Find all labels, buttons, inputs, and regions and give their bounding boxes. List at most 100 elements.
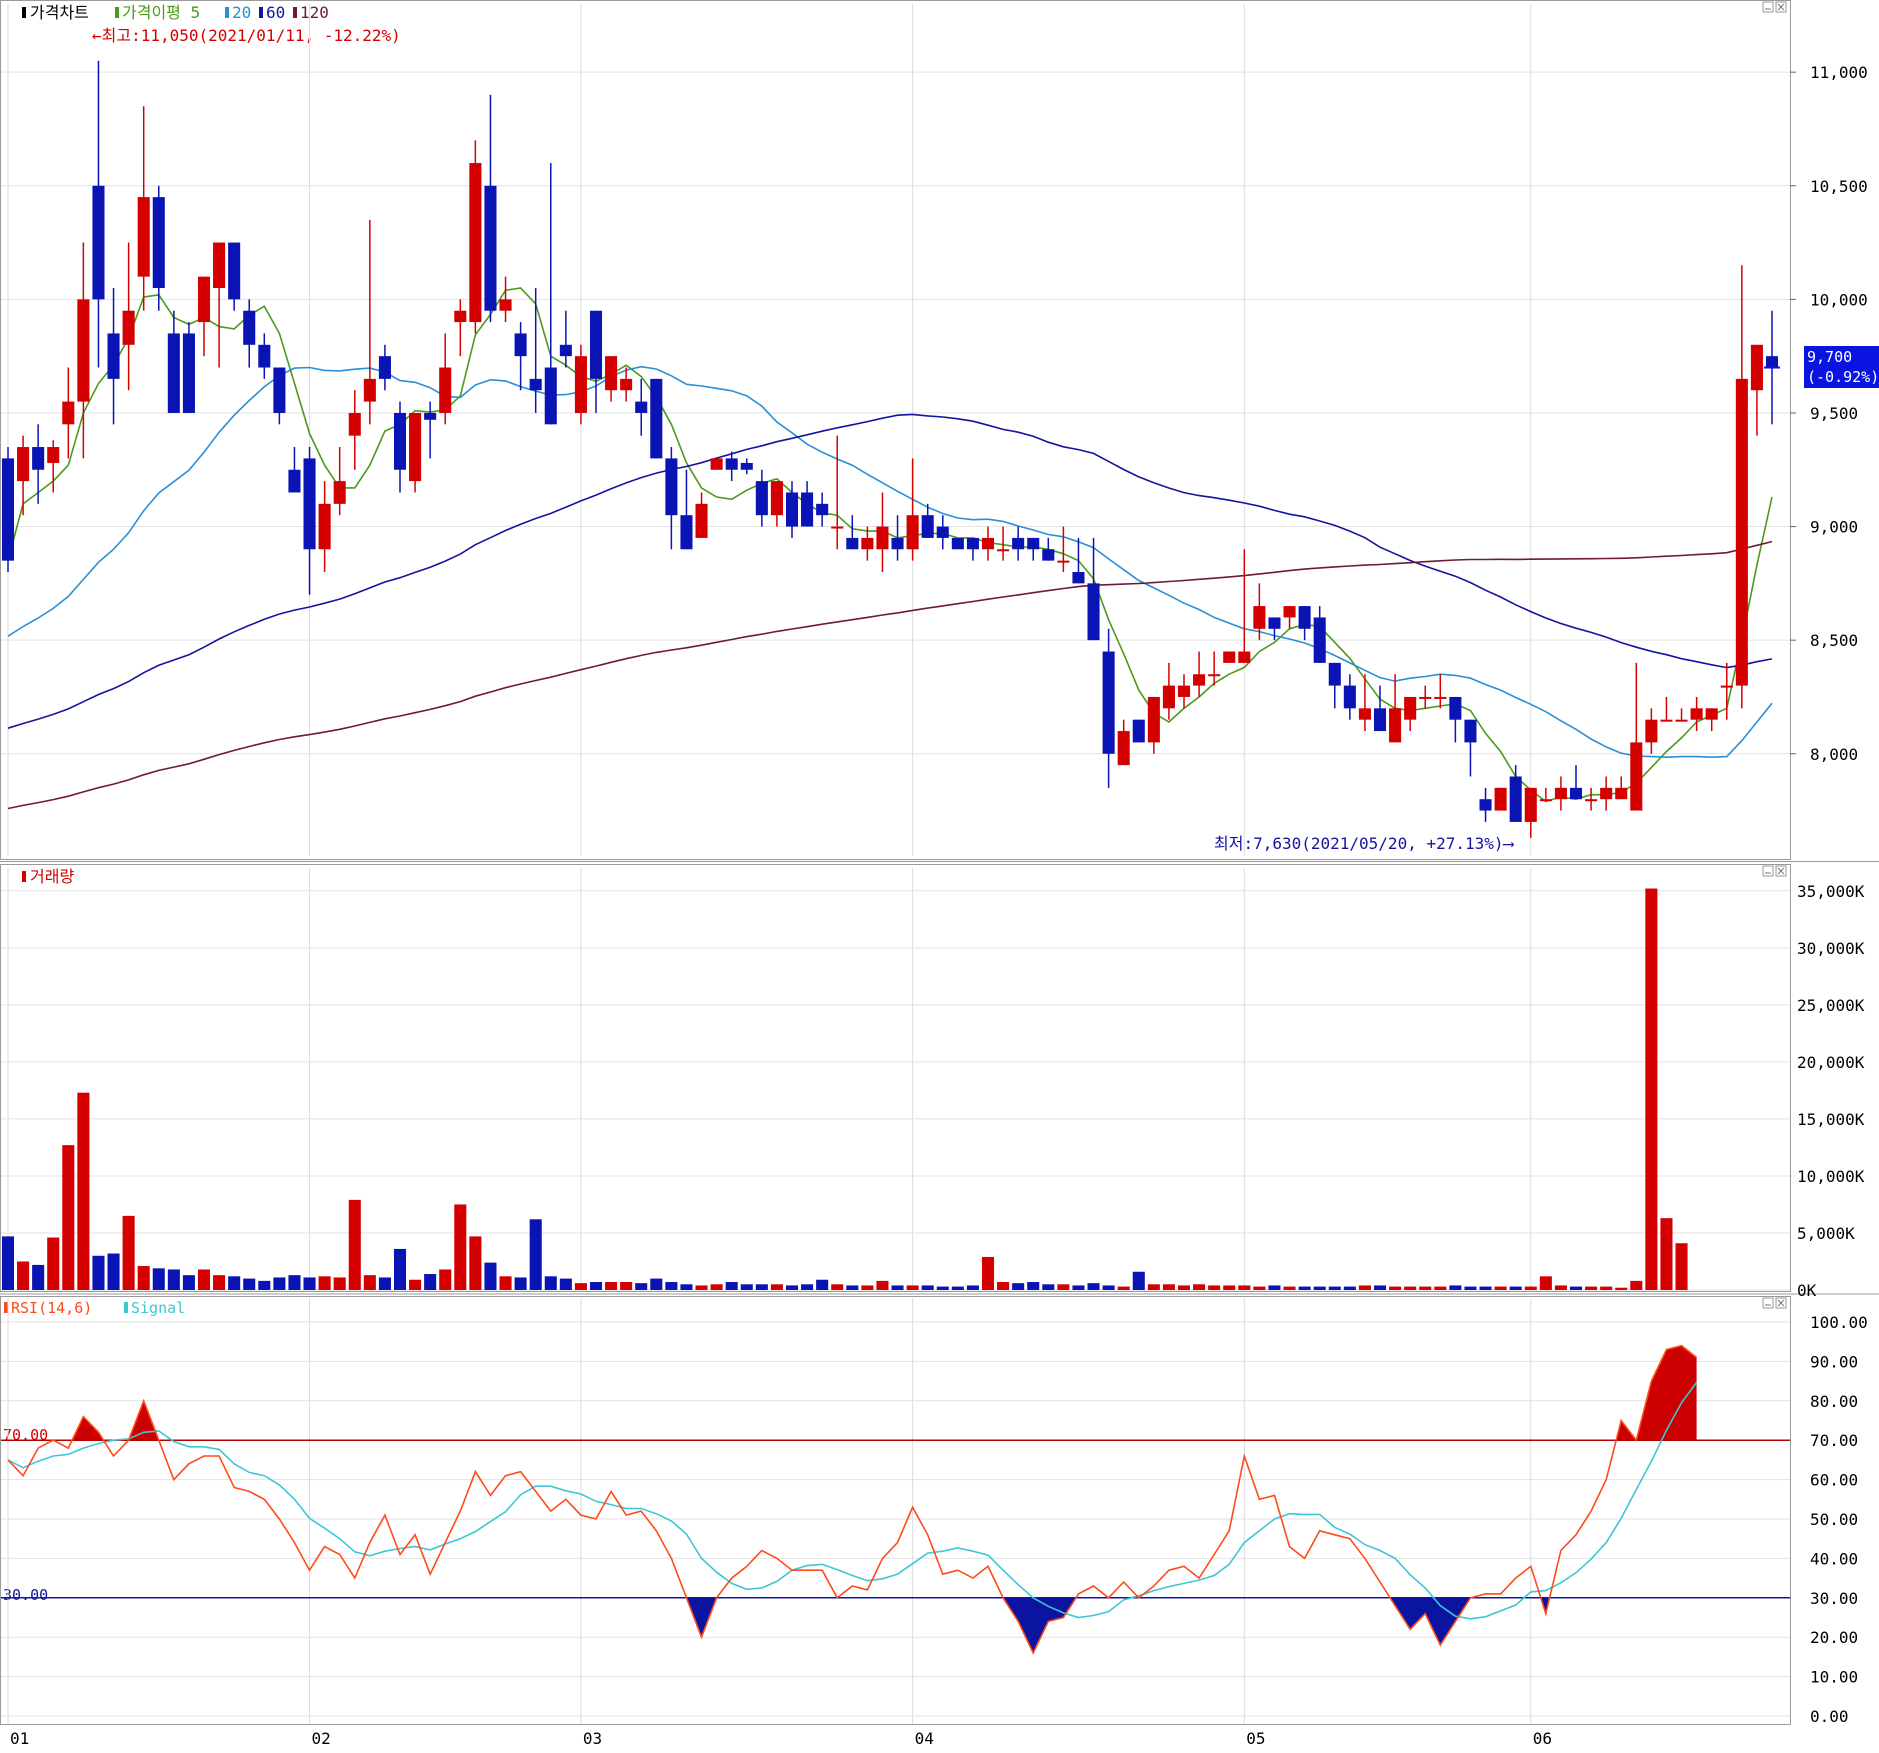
- volume-bar: [318, 1276, 331, 1290]
- candle-body: [1373, 708, 1387, 732]
- candle-body: [258, 344, 271, 368]
- legend-marker: [293, 7, 297, 18]
- x-tick-label: 04: [915, 1729, 934, 1748]
- rsi-y-tick-label: 30.00: [1810, 1589, 1858, 1608]
- candle-body: [846, 537, 859, 550]
- candle-body: [981, 537, 995, 550]
- volume-bar: [1072, 1285, 1085, 1290]
- volume-bar: [1373, 1285, 1387, 1290]
- volume-bar: [891, 1285, 904, 1290]
- minimize-icon[interactable]: [1762, 865, 1774, 877]
- candle-body: [951, 537, 964, 550]
- volume-bar: [167, 1269, 180, 1290]
- volume-bar: [1554, 1285, 1567, 1290]
- candle-body: [1177, 685, 1191, 697]
- volume-bar: [1238, 1285, 1251, 1290]
- candle-body: [243, 310, 256, 345]
- candle-body: [1389, 708, 1402, 743]
- rsi-level-30-label: 30.00: [3, 1586, 48, 1604]
- candle-body: [529, 378, 542, 391]
- candle-body: [936, 526, 949, 538]
- candle-body: [1057, 560, 1070, 563]
- candle-body: [921, 515, 934, 538]
- candle-body: [273, 367, 286, 413]
- candle-body: [620, 378, 633, 391]
- volume-bar: [1419, 1286, 1432, 1290]
- candle-body: [424, 412, 437, 420]
- high-price-note: ←최고:11,050(2021/01/11, -12.22%): [92, 26, 401, 45]
- volume-bar: [936, 1286, 949, 1290]
- candle-body: [1645, 719, 1658, 743]
- candle-body: [1735, 378, 1748, 686]
- candle-body: [1509, 776, 1522, 822]
- volume-bar: [1162, 1284, 1175, 1290]
- volume-bar: [1102, 1285, 1115, 1290]
- volume-bar: [1313, 1286, 1326, 1290]
- candle-body: [1720, 685, 1733, 688]
- candle-body: [680, 515, 693, 550]
- minimize-icon[interactable]: [1762, 1, 1774, 13]
- volume-bar: [363, 1275, 376, 1290]
- candle-body: [1615, 787, 1628, 800]
- legend-ma120: 120: [300, 3, 329, 22]
- candle-body: [966, 537, 979, 550]
- candle-body: [1434, 696, 1447, 699]
- rsi-y-tick-label: 70.00: [1810, 1431, 1858, 1450]
- candle-body: [770, 481, 783, 516]
- candle-body: [1313, 617, 1326, 663]
- candle-body: [1193, 674, 1206, 686]
- legend-marker: [225, 7, 229, 18]
- volume-bar: [107, 1253, 120, 1290]
- candle-body: [1585, 799, 1598, 802]
- candle-body: [1298, 606, 1311, 629]
- volume-bar: [755, 1284, 768, 1290]
- rsi-y-tick-label: 80.00: [1810, 1392, 1858, 1411]
- candle-body: [1012, 537, 1025, 550]
- candle-body: [47, 447, 60, 463]
- legend-volume: 거래량: [30, 867, 74, 886]
- volume-bar: [1479, 1286, 1492, 1290]
- candle-body: [484, 185, 497, 311]
- volume-bar: [559, 1278, 572, 1290]
- stock-chart: 가격차트 가격이평 5 20 60 120 ←최고:11,050(2021/01…: [0, 0, 1879, 1749]
- candle-body: [1117, 731, 1130, 766]
- x-tick-label: 02: [312, 1729, 331, 1748]
- candle-body: [1569, 787, 1583, 800]
- candle-body: [1464, 719, 1477, 743]
- volume-bar: [906, 1285, 919, 1290]
- candle-body: [348, 412, 361, 436]
- candle-body: [303, 458, 316, 550]
- volume-y-tick-label: 35,000K: [1797, 882, 1865, 901]
- legend-price-chart: 가격차트: [30, 3, 89, 22]
- candle-body: [1102, 651, 1115, 754]
- volume-y-tick-label: 0K: [1797, 1281, 1817, 1300]
- candle-body: [469, 163, 482, 323]
- candle-body: [1660, 719, 1673, 722]
- candle: [650, 378, 663, 459]
- candle-body: [605, 356, 618, 391]
- volume-bar: [1193, 1284, 1206, 1290]
- volume-y-tick-label: 15,000K: [1797, 1110, 1865, 1129]
- volume-bar: [1042, 1284, 1055, 1290]
- volume-bar: [454, 1204, 467, 1290]
- legend-marker: [22, 7, 26, 18]
- candle-body: [831, 526, 844, 529]
- volume-y-tick-label: 25,000K: [1797, 996, 1865, 1015]
- volume-bar: [770, 1284, 783, 1290]
- candle-body: [1147, 696, 1160, 743]
- volume-bar: [951, 1286, 964, 1290]
- volume-bar: [393, 1248, 407, 1290]
- volume-bar: [499, 1276, 512, 1290]
- price-legend: 가격차트 가격이평 5 20 60 120: [22, 3, 329, 22]
- candle-body: [197, 276, 211, 323]
- current-price: 9,700: [1807, 348, 1852, 366]
- minimize-icon[interactable]: [1762, 1297, 1774, 1309]
- rsi-y-tick-label: 100.00: [1810, 1313, 1868, 1332]
- legend-marker: [22, 871, 26, 882]
- volume-bar: [1117, 1286, 1130, 1290]
- price-y-tick-label: 10,000: [1810, 290, 1868, 309]
- rsi-y-tick-label: 10.00: [1810, 1668, 1858, 1687]
- candle-body: [213, 242, 226, 288]
- candle-body: [439, 367, 452, 413]
- volume-bar: [574, 1283, 587, 1290]
